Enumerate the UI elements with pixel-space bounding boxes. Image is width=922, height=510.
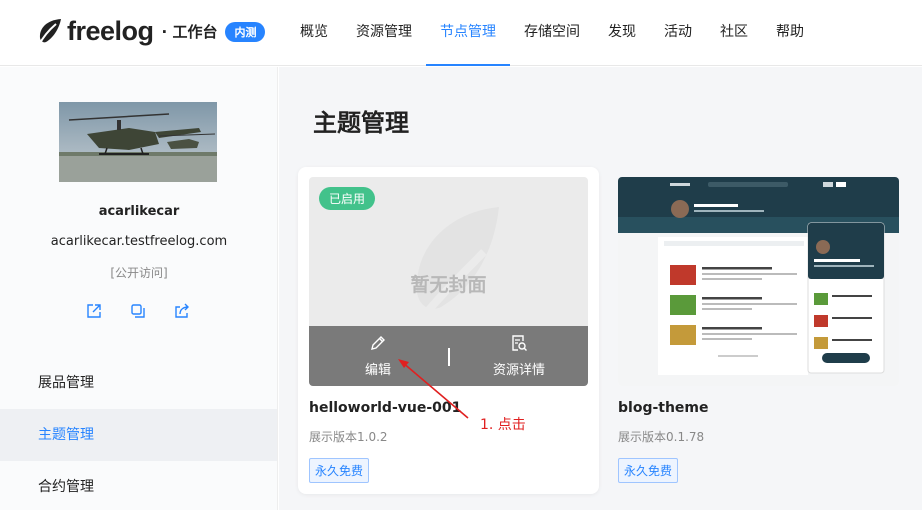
theme-name[interactable]: blog-theme xyxy=(618,400,709,416)
policy-badge: 永久免费 xyxy=(618,458,679,483)
theme-version: 展示版本1.0.2 xyxy=(309,430,388,444)
cover-overlay: 编辑 资源详情 xyxy=(309,326,588,386)
document-search-icon xyxy=(512,335,527,351)
external-link-icon[interactable] xyxy=(86,303,102,319)
policy-badge: 永久免费 xyxy=(309,458,370,483)
annotation-label: 1. 点击 xyxy=(480,417,526,433)
sidebar: acarlikecar acarlikecar.testfreelog.com … xyxy=(0,67,278,510)
beta-badge: 内测 xyxy=(225,21,266,42)
freelog-logo[interactable]: freelog · 工作台 内测 xyxy=(37,16,266,47)
theme-cover[interactable] xyxy=(618,177,899,386)
nav-activity[interactable]: 活动 xyxy=(650,0,706,66)
node-domain: acarlikecar.testfreelog.com xyxy=(50,234,228,249)
no-cover-text: 暂无封面 xyxy=(410,274,487,296)
theme-card: blog-theme 展示版本0.1.78 永久免费 xyxy=(608,167,909,494)
overlay-divider xyxy=(448,348,450,366)
resource-detail-label: 资源详情 xyxy=(492,363,545,378)
leaf-logo-icon xyxy=(38,18,61,45)
helicopter-photo xyxy=(59,102,217,182)
node-actions xyxy=(86,303,190,319)
main-content: 主题管理 已启用 暂无封面 编辑 资源详情 helloworld-vue-001… xyxy=(279,67,922,510)
node-cover-image xyxy=(59,102,217,182)
main-nav: 概览 资源管理 节点管理 存储空间 发现 活动 社区 帮助 xyxy=(286,0,818,66)
logo-text: freelog xyxy=(67,16,154,46)
pencil-icon xyxy=(371,336,385,350)
nav-storage[interactable]: 存储空间 xyxy=(510,0,594,66)
status-badge: 已启用 xyxy=(319,187,376,210)
nav-community[interactable]: 社区 xyxy=(706,0,762,66)
page-title: 主题管理 xyxy=(313,109,409,137)
nav-help[interactable]: 帮助 xyxy=(762,0,818,66)
blog-theme-preview-image xyxy=(618,177,899,386)
theme-card: 已启用 暂无封面 编辑 资源详情 helloworld-vue-001 展示版本… xyxy=(298,167,599,494)
top-header: freelog · 工作台 内测 概览 资源管理 节点管理 存储空间 发现 活动… xyxy=(0,0,922,66)
sidebar-item-contracts[interactable]: 合约管理 xyxy=(0,461,277,510)
node-access-status: [公开访问] xyxy=(110,266,168,280)
nav-overview[interactable]: 概览 xyxy=(286,0,342,66)
nav-resources[interactable]: 资源管理 xyxy=(342,0,426,66)
resource-detail-button[interactable]: 资源详情 xyxy=(464,334,574,378)
sidebar-item-exhibits[interactable]: 展品管理 xyxy=(0,357,277,409)
theme-name[interactable]: helloworld-vue-001 xyxy=(309,400,461,416)
workspace-label: · 工作台 xyxy=(161,23,218,41)
nav-nodes[interactable]: 节点管理 xyxy=(426,0,510,66)
share-icon[interactable] xyxy=(174,303,190,319)
node-name: acarlikecar xyxy=(98,204,180,219)
nav-discover[interactable]: 发现 xyxy=(594,0,650,66)
edit-button[interactable]: 编辑 xyxy=(323,334,433,378)
theme-version: 展示版本0.1.78 xyxy=(618,430,705,444)
theme-cover[interactable]: 已启用 暂无封面 编辑 资源详情 xyxy=(309,177,588,386)
edit-label: 编辑 xyxy=(364,363,391,378)
sidebar-item-themes[interactable]: 主题管理 xyxy=(0,409,277,461)
copy-icon[interactable] xyxy=(130,303,146,319)
